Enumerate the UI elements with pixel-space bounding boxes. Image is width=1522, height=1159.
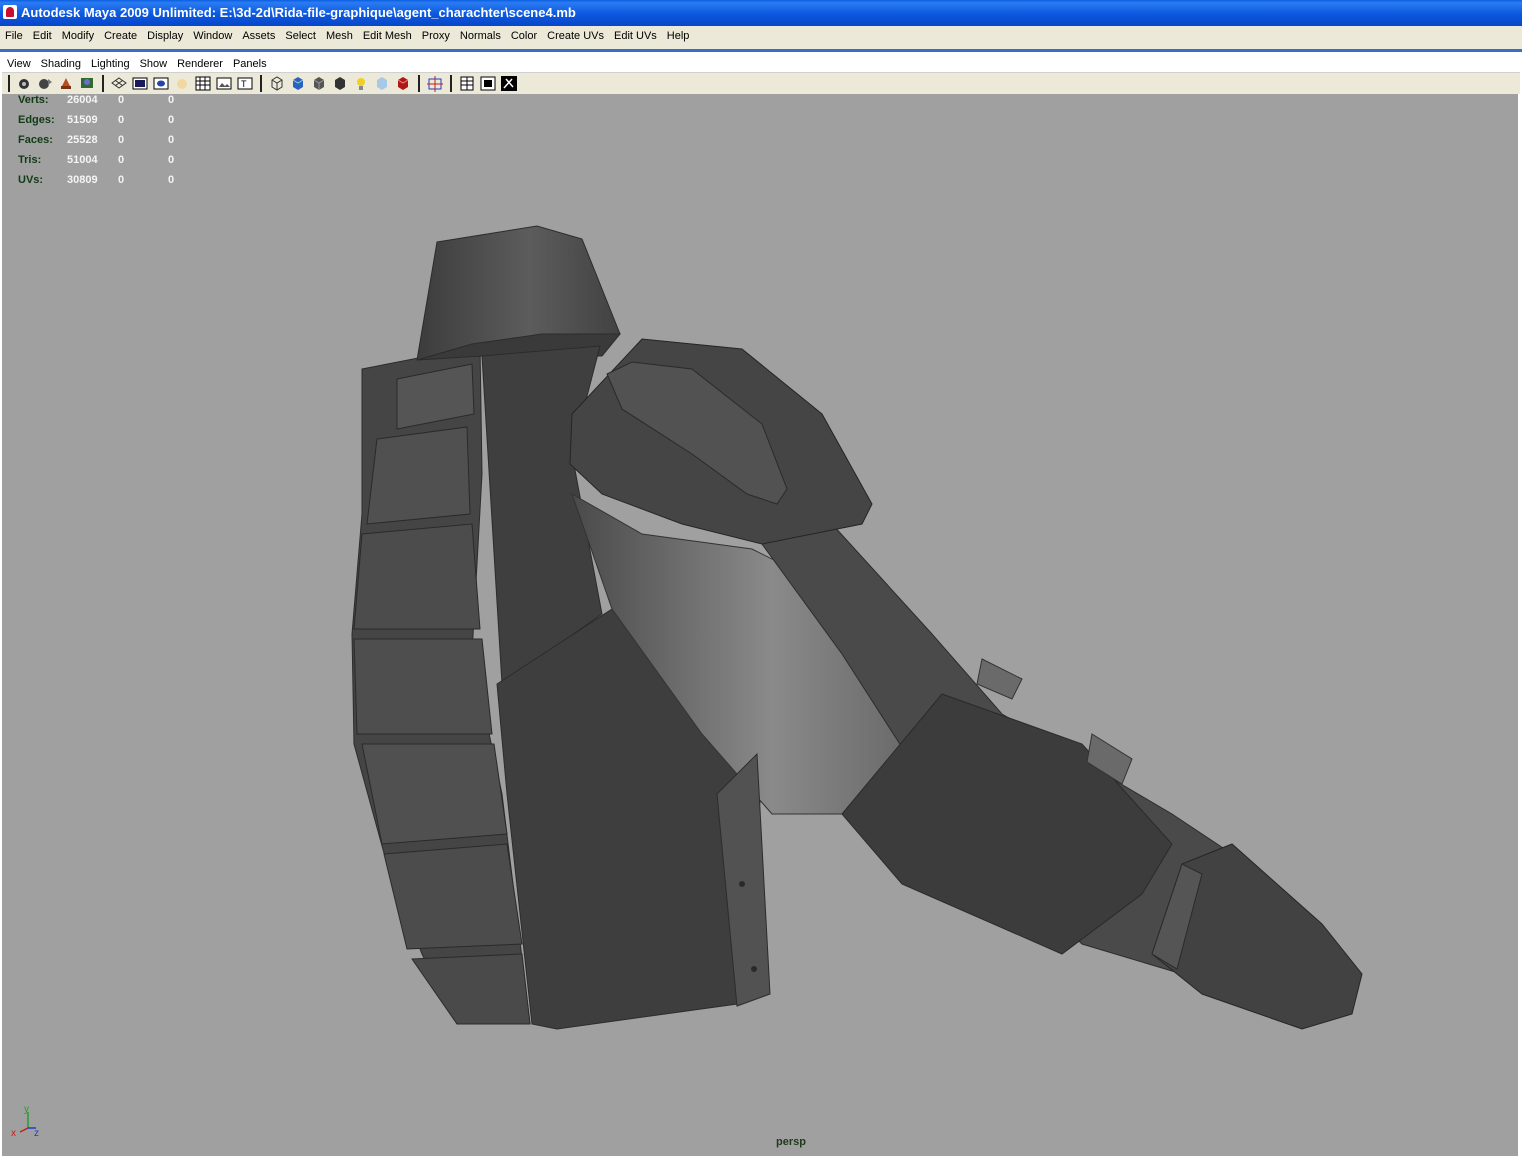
flat-shade-icon[interactable]: [310, 75, 328, 92]
smooth-shade-icon[interactable]: [289, 75, 307, 92]
hud-label: Verts:: [18, 94, 49, 106]
menu-edit[interactable]: Edit: [28, 27, 57, 46]
menu-proxy[interactable]: Proxy: [417, 27, 455, 46]
menu-normals[interactable]: Normals: [455, 27, 506, 46]
window-title-bar[interactable]: Autodesk Maya 2009 Unlimited: E:\3d-2d\R…: [0, 0, 1522, 26]
hud-value: 26004: [67, 94, 98, 106]
toolbar-separator: [260, 75, 262, 92]
menu-help[interactable]: Help: [662, 27, 695, 46]
xray-icon[interactable]: [394, 75, 412, 92]
ui-hud-icon[interactable]: [458, 75, 476, 92]
view-axis-icon: y x z: [11, 1104, 39, 1139]
hud-value: 0: [168, 94, 175, 106]
safe-title-icon[interactable]: T: [236, 75, 254, 92]
bounding-box-icon[interactable]: [331, 75, 349, 92]
hud-value: 25528: [67, 134, 98, 146]
hud-value: 0: [168, 174, 175, 186]
menu-create[interactable]: Create: [99, 27, 142, 46]
camera-name-label: persp: [776, 1136, 806, 1148]
main-menu-bar: File Edit Modify Create Display Window Assets S…: [0, 26, 1522, 46]
menu-create-uvs[interactable]: Create UVs: [542, 27, 609, 46]
bookmark-icon[interactable]: [57, 75, 75, 92]
wireframe-icon[interactable]: [268, 75, 286, 92]
isolate-select-icon[interactable]: [426, 75, 444, 92]
hud-value: 0: [118, 154, 125, 166]
axis-x-label: x: [11, 1128, 16, 1139]
hud-value: 0: [118, 94, 125, 106]
menu-display[interactable]: Display: [142, 27, 188, 46]
panel-menu-view[interactable]: View: [2, 55, 36, 74]
maya-app-icon[interactable]: [3, 5, 17, 19]
hud-value: 51004: [67, 154, 98, 166]
active-panel-border: [0, 49, 1522, 52]
hud-label: UVs:: [18, 174, 44, 186]
window-title: Autodesk Maya 2009 Unlimited: E:\3d-2d\R…: [21, 5, 576, 20]
toolbar-separator: [450, 75, 452, 92]
hud-value: 0: [168, 154, 175, 166]
menu-edit-mesh[interactable]: Edit Mesh: [358, 27, 417, 46]
camera-attributes-icon[interactable]: [36, 75, 54, 92]
svg-text:T: T: [241, 79, 247, 89]
axis-z-label: z: [34, 1128, 39, 1139]
hud-value: 0: [168, 114, 175, 126]
shadows-icon[interactable]: [479, 75, 497, 92]
image-plane-icon[interactable]: [78, 75, 96, 92]
hud-value: 0: [118, 134, 125, 146]
mesh-rivet: [739, 881, 745, 887]
panel-menu-lighting[interactable]: Lighting: [86, 55, 135, 74]
safe-action-icon[interactable]: [215, 75, 233, 92]
menu-mesh[interactable]: Mesh: [321, 27, 358, 46]
panel-toolbar: T: [2, 73, 1520, 94]
menu-select[interactable]: Select: [280, 27, 321, 46]
panel-menu-renderer[interactable]: Renderer: [172, 55, 228, 74]
menu-color[interactable]: Color: [506, 27, 542, 46]
toolbar-separator: [8, 75, 10, 92]
field-chart-icon[interactable]: [194, 75, 212, 92]
toolbar-separator: [102, 75, 104, 92]
menu-window[interactable]: Window: [188, 27, 237, 46]
menu-modify[interactable]: Modify: [57, 27, 99, 46]
grid-icon[interactable]: [110, 75, 128, 92]
hud-value: 30809: [67, 174, 98, 186]
perspective-viewport[interactable]: Verts: 26004 0 0 Edges: 51509 0 0 Faces:…: [2, 94, 1518, 1156]
character-mesh-model[interactable]: [2, 94, 1518, 1156]
film-gate-icon[interactable]: [131, 75, 149, 92]
hud-value: 0: [168, 134, 175, 146]
menu-assets[interactable]: Assets: [237, 27, 280, 46]
resolution-gate-icon[interactable]: [152, 75, 170, 92]
panel-menu-bar: View Shading Lighting Show Renderer Panels: [2, 54, 1520, 73]
high-quality-icon[interactable]: [500, 75, 518, 92]
menu-file[interactable]: File: [0, 27, 28, 46]
gate-mask-icon[interactable]: [173, 75, 191, 92]
hud-value: 0: [118, 114, 125, 126]
mesh-rivet: [751, 966, 757, 972]
lights-icon[interactable]: [352, 75, 370, 92]
toolbar-separator: [418, 75, 420, 92]
hud-label: Faces:: [18, 134, 53, 146]
panel-menu-panels[interactable]: Panels: [228, 55, 272, 74]
hud-value: 0: [118, 174, 125, 186]
menu-edit-uvs[interactable]: Edit UVs: [609, 27, 662, 46]
textured-icon[interactable]: [373, 75, 391, 92]
hud-label: Tris:: [18, 154, 42, 166]
hud-label: Edges:: [18, 114, 55, 126]
select-camera-icon[interactable]: [15, 75, 33, 92]
panel-menu-shading[interactable]: Shading: [36, 55, 86, 74]
axis-y-label: y: [24, 1104, 29, 1115]
panel-menu-show[interactable]: Show: [135, 55, 173, 74]
hud-value: 51509: [67, 114, 98, 126]
